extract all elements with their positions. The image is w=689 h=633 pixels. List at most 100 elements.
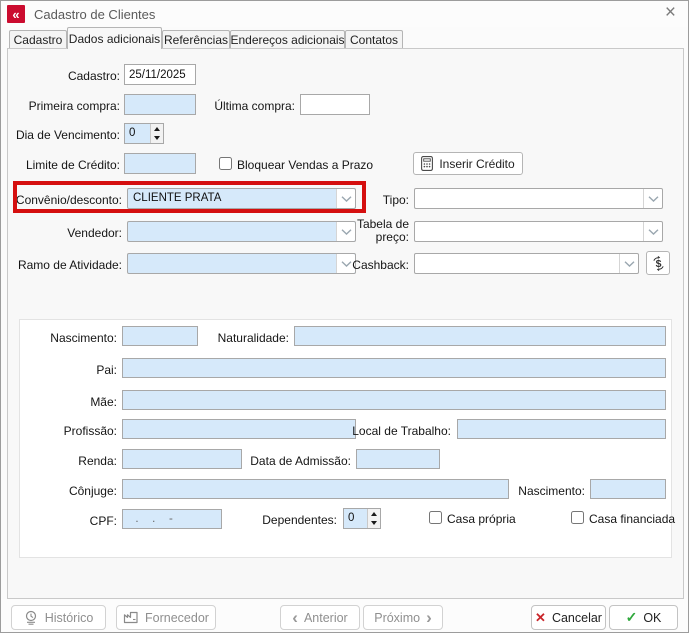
nascimento-label: Nascimento:	[50, 331, 117, 345]
tab-dados-adicionais[interactable]: Dados adicionais	[67, 27, 162, 49]
dia-vencimento-label: Dia de Vencimento:	[16, 128, 120, 142]
renda-label: Renda:	[78, 454, 117, 468]
proximo-button[interactable]: Próximo ›	[363, 605, 443, 630]
chevron-down-icon[interactable]	[643, 189, 662, 208]
spin-down-icon[interactable]	[368, 519, 380, 529]
conjuge-nascimento-input[interactable]	[590, 479, 666, 499]
data-admissao-input[interactable]	[356, 449, 440, 469]
factory-icon	[123, 611, 139, 624]
local-trabalho-input[interactable]	[457, 419, 666, 439]
app-logo-icon: «	[7, 5, 25, 23]
tipo-value	[415, 189, 643, 208]
pai-input[interactable]	[122, 358, 666, 378]
window-cadastro-de-clientes: « Cadastro de Clientes × Cadastro Dados …	[0, 0, 689, 633]
profissao-label: Profissão:	[64, 424, 117, 438]
ultima-compra-input[interactable]	[300, 94, 370, 115]
cashback-combobox[interactable]	[414, 253, 639, 274]
cashback-exchange-button[interactable]: $	[646, 251, 670, 275]
nascimento-input[interactable]	[122, 326, 198, 346]
fornecedor-label: Fornecedor	[145, 611, 209, 625]
window-title: Cadastro de Clientes	[34, 7, 155, 22]
bloquear-vendas-checkbox[interactable]	[219, 157, 232, 170]
historico-button[interactable]: Histórico	[11, 605, 106, 630]
ok-button[interactable]: ✓ OK	[609, 605, 678, 630]
bloquear-vendas-label: Bloquear Vendas a Prazo	[237, 158, 373, 172]
cpf-input[interactable]	[122, 509, 222, 529]
spin-up-icon[interactable]	[368, 509, 380, 519]
cashback-value	[415, 254, 619, 273]
renda-input[interactable]	[122, 449, 242, 469]
history-icon	[24, 610, 39, 625]
ok-check-icon: ✓	[626, 609, 638, 626]
dependentes-label: Dependentes:	[262, 513, 337, 527]
casa-financiada-checkbox[interactable]	[571, 511, 584, 524]
chevron-down-icon[interactable]	[643, 222, 662, 241]
primeira-compra-label: Primeira compra:	[29, 99, 120, 113]
convenio-value: CLIENTE PRATA	[128, 189, 336, 208]
tipo-combobox[interactable]	[414, 188, 663, 209]
close-icon[interactable]: ×	[665, 3, 676, 23]
spin-down-icon[interactable]	[151, 134, 163, 144]
cadastro-label: Cadastro:	[68, 69, 120, 83]
footer-bar: Histórico Fornecedor ‹ Anterior Próximo …	[1, 599, 688, 633]
cancelar-label: Cancelar	[552, 611, 602, 625]
vendedor-combobox[interactable]	[127, 221, 356, 242]
tabela-preco-label: Tabela de preço:	[347, 218, 409, 244]
fornecedor-button[interactable]: Fornecedor	[116, 605, 216, 630]
chevron-right-icon: ›	[426, 610, 432, 625]
cadastro-date-input[interactable]	[124, 64, 196, 85]
inserir-credito-button[interactable]: Inserir Crédito	[413, 152, 523, 175]
limite-credito-input[interactable]	[124, 153, 196, 174]
anterior-button[interactable]: ‹ Anterior	[280, 605, 360, 630]
proximo-label: Próximo	[374, 611, 420, 625]
casa-propria-label: Casa própria	[447, 512, 516, 526]
convenio-label: Convênio/desconto:	[16, 193, 122, 207]
ramo-atividade-combobox[interactable]	[127, 253, 356, 274]
tab-referencias[interactable]: Referências	[162, 30, 230, 48]
tabela-preco-value	[415, 222, 643, 241]
dia-vencimento-stepper[interactable]: 0	[124, 123, 164, 144]
ok-label: OK	[643, 611, 661, 625]
anterior-label: Anterior	[304, 611, 348, 625]
local-trabalho-label: Local de Trabalho:	[352, 424, 451, 438]
cpf-label: CPF:	[90, 514, 117, 528]
mae-label: Mãe:	[90, 395, 117, 409]
naturalidade-label: Naturalidade:	[218, 331, 289, 345]
tipo-label: Tipo:	[383, 193, 409, 207]
dependentes-value: 0	[344, 509, 367, 528]
data-admissao-label: Data de Admissão:	[250, 454, 351, 468]
chevron-down-icon[interactable]	[336, 189, 355, 208]
ramo-atividade-label: Ramo de Atividade:	[18, 258, 122, 272]
ultima-compra-label: Última compra:	[214, 99, 295, 113]
convenio-combobox[interactable]: CLIENTE PRATA	[127, 188, 356, 209]
cashback-label: Cashback:	[352, 258, 409, 272]
naturalidade-input[interactable]	[294, 326, 666, 346]
conjuge-nascimento-label: Nascimento:	[518, 484, 585, 498]
ramo-atividade-value	[128, 254, 336, 273]
tab-enderecos-adicionais[interactable]: Endereços adicionais	[230, 30, 345, 48]
tab-cadastro[interactable]: Cadastro	[9, 30, 67, 48]
vendedor-value	[128, 222, 336, 241]
tab-contatos[interactable]: Contatos	[345, 30, 403, 48]
profissao-input[interactable]	[122, 419, 356, 439]
limite-credito-label: Limite de Crédito:	[26, 158, 120, 172]
conjuge-label: Cônjuge:	[69, 484, 117, 498]
cancel-x-icon: ✕	[535, 610, 546, 626]
tabela-preco-combobox[interactable]	[414, 221, 663, 242]
mae-input[interactable]	[122, 390, 666, 410]
historico-label: Histórico	[45, 611, 94, 625]
conjuge-input[interactable]	[122, 479, 509, 499]
titlebar[interactable]: « Cadastro de Clientes ×	[1, 1, 688, 27]
spin-up-icon[interactable]	[151, 124, 163, 134]
svg-text:$: $	[655, 258, 661, 270]
dependentes-stepper[interactable]: 0	[343, 508, 381, 529]
chevron-down-icon[interactable]	[619, 254, 638, 273]
calculator-icon	[421, 156, 433, 171]
inserir-credito-label: Inserir Crédito	[439, 157, 514, 171]
primeira-compra-input[interactable]	[124, 94, 196, 115]
chevron-left-icon: ‹	[292, 610, 298, 625]
cancelar-button[interactable]: ✕ Cancelar	[531, 605, 606, 630]
dia-vencimento-value: 0	[125, 124, 150, 143]
casa-propria-checkbox[interactable]	[429, 511, 442, 524]
vendedor-label: Vendedor:	[67, 226, 122, 240]
